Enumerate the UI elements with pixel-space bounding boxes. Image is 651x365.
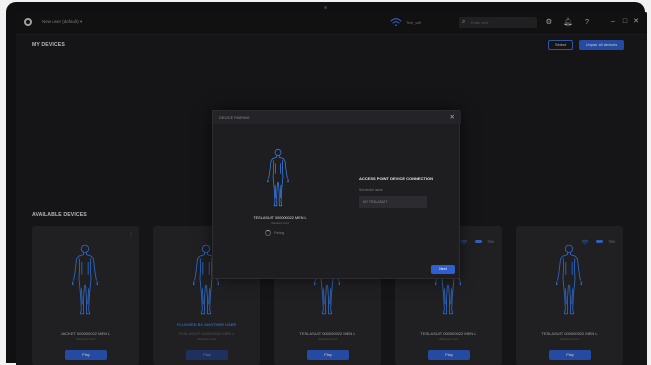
loading-spinner-icon	[265, 230, 271, 236]
pairing-device-name: TESLASUIT 000000022 MEN L	[253, 216, 307, 220]
dialog-header: DEVICE PAIRING ✕	[213, 111, 461, 124]
laptop-frame: New user (default) ▾ Tesl_wifi ⌕ Enter t…	[6, 2, 647, 365]
device-name-label: Set device name	[359, 188, 383, 192]
close-icon[interactable]: ✕	[450, 113, 455, 122]
webcam-dot	[324, 6, 327, 9]
next-button[interactable]: Next	[431, 265, 455, 274]
body-suit-icon	[265, 147, 291, 209]
pairing-device-type: Wireless Cord	[271, 221, 289, 225]
device-pairing-dialog: DEVICE PAIRING ✕ TESLASUIT 000000022 MEN…	[212, 110, 461, 279]
device-name-input[interactable]: MY TESLASUIT	[359, 196, 427, 208]
access-point-heading: ACCESS POINT DEVICE CONNECTION	[359, 176, 434, 181]
pairing-status: Pairing	[274, 231, 285, 235]
app-window: New user (default) ▾ Tesl_wifi ⌕ Enter t…	[16, 12, 647, 365]
dialog-title: DEVICE PAIRING	[219, 115, 250, 120]
